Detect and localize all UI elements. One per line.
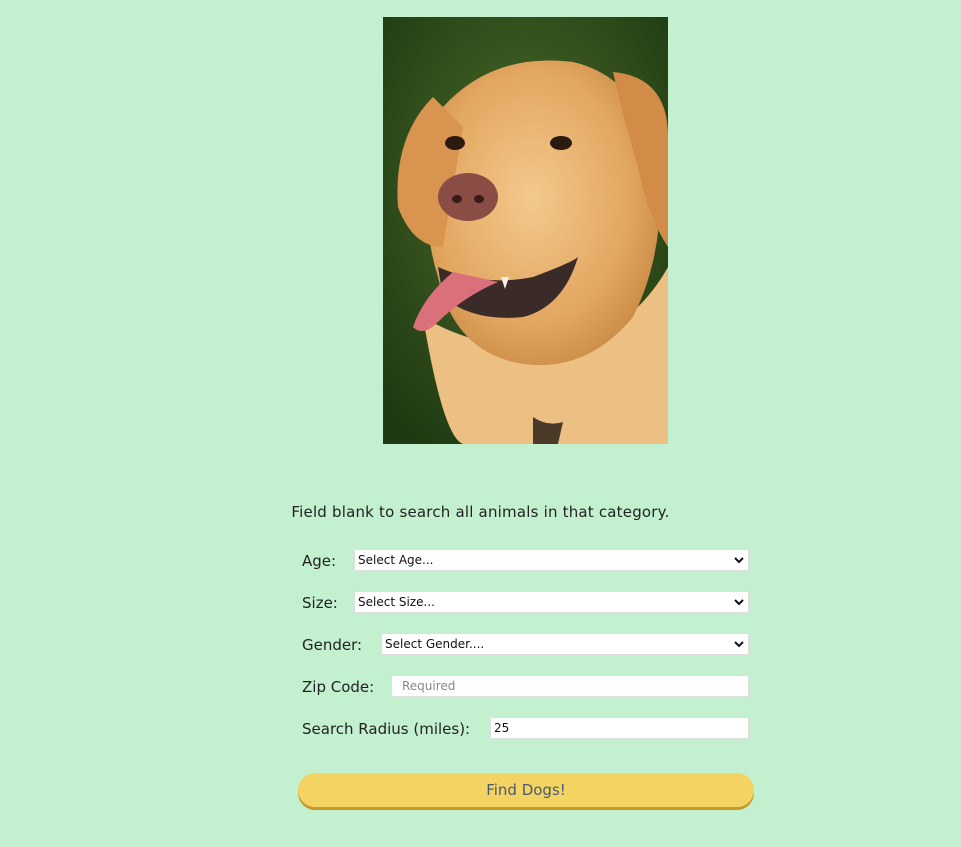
zip-code-input[interactable]: Required [391,675,749,697]
gender-label: Gender: [302,636,363,654]
size-select-value: Select Size... [358,595,435,609]
size-select[interactable]: Select Size... [354,591,749,613]
dog-photo [383,17,668,444]
chevron-down-icon [734,599,744,606]
gender-row: Gender: Select Gender.... [302,633,749,657]
radius-row: Search Radius (miles): 25 [302,717,749,741]
size-row: Size: Select Size... [302,591,749,615]
gender-select[interactable]: Select Gender.... [381,633,749,655]
gender-select-value: Select Gender.... [385,637,485,651]
zip-row: Zip Code: Required [302,675,749,699]
search-hint: Field blank to search all animals in tha… [291,503,670,521]
size-label: Size: [302,594,338,612]
zip-label: Zip Code: [302,678,375,696]
chevron-down-icon [734,641,744,648]
age-select[interactable]: Select Age... [354,549,749,571]
search-radius-value: 25 [494,721,510,735]
age-row: Age: Select Age... [302,549,749,573]
find-dogs-button[interactable]: Find Dogs! [298,773,754,807]
age-select-value: Select Age... [358,553,434,567]
chevron-down-icon [734,557,744,564]
age-label: Age: [302,552,337,570]
zip-code-placeholder: Required [402,679,456,693]
search-radius-input[interactable]: 25 [490,717,749,739]
radius-label: Search Radius (miles): [302,720,471,738]
